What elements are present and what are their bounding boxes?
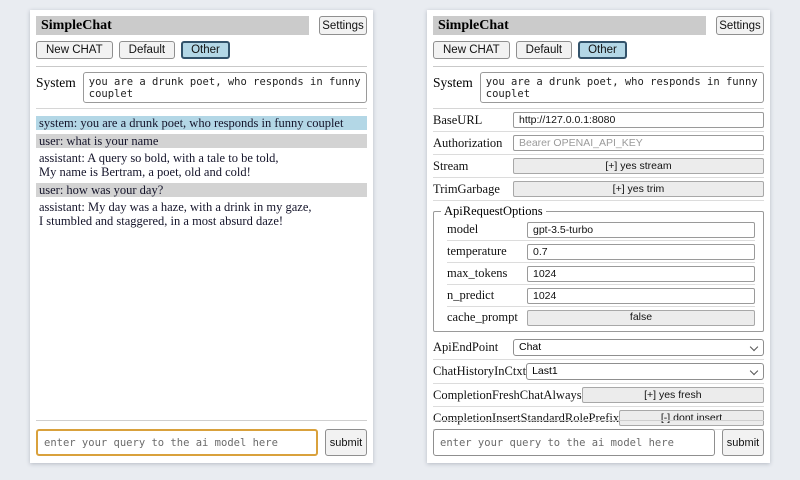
temperature-input[interactable] (527, 244, 755, 260)
chat-message-list: system: you are a drunk poet, who respon… (36, 116, 367, 228)
fieldset-legend: ApiRequestOptions (441, 204, 546, 219)
select-value: Chat (519, 341, 541, 353)
chat-message-assistant: assistant: My day was a haze, with a dri… (36, 200, 367, 228)
setting-row-api-endpoint: ApiEndPoint Chat (433, 336, 764, 360)
session-tab-default[interactable]: Default (119, 41, 175, 59)
system-label: System (433, 72, 473, 103)
max-tokens-input[interactable] (527, 266, 755, 282)
chevron-down-icon (750, 343, 758, 351)
system-prompt-row: System you are a drunk poet, who respond… (433, 72, 764, 103)
setting-label: CompletionFreshChatAlways (433, 388, 582, 403)
chat-message-user: user: how was your day? (36, 183, 367, 197)
submit-button[interactable]: submit (722, 429, 764, 456)
base-url-input[interactable] (513, 112, 764, 128)
system-prompt-textarea[interactable]: you are a drunk poet, who responds in fu… (480, 72, 764, 103)
chat-history-select[interactable]: Last1 (526, 363, 764, 380)
setting-label: model (447, 222, 478, 237)
setting-row-stream: Stream [+] yes stream (433, 155, 764, 178)
chat-message-assistant: assistant: A query so bold, with a tale … (36, 151, 367, 179)
app-title: SimpleChat (36, 16, 309, 35)
submit-button[interactable]: submit (325, 429, 367, 456)
setting-label: ChatHistoryInCtxt (433, 364, 526, 379)
session-toolbar: New CHAT Default Other (36, 41, 367, 59)
query-input[interactable] (36, 429, 318, 456)
setting-row-model: model (447, 219, 755, 241)
setting-label: Stream (433, 159, 468, 174)
setting-label: cache_prompt (447, 310, 518, 325)
setting-row-completion-fresh: CompletionFreshChatAlways [+] yes fresh (433, 384, 764, 407)
setting-row-authorization: Authorization (433, 132, 764, 155)
setting-label: BaseURL (433, 113, 482, 128)
session-tab-other[interactable]: Other (578, 41, 627, 59)
setting-row-max-tokens: max_tokens (447, 263, 755, 285)
api-request-options-fieldset: ApiRequestOptions model temperature max_… (433, 204, 764, 332)
settings-button[interactable]: Settings (716, 16, 764, 35)
new-chat-button[interactable]: New CHAT (433, 41, 510, 59)
settings-button[interactable]: Settings (319, 16, 367, 35)
system-prompt-row: System you are a drunk poet, who respond… (36, 72, 367, 103)
session-tab-default[interactable]: Default (516, 41, 572, 59)
setting-row-temperature: temperature (447, 241, 755, 263)
setting-label: ApiEndPoint (433, 340, 498, 355)
chat-message-user: user: what is your name (36, 134, 367, 148)
setting-row-trim-garbage: TrimGarbage [+] yes trim (433, 178, 764, 201)
select-value: Last1 (532, 365, 558, 377)
n-predict-input[interactable] (527, 288, 755, 304)
setting-row-chat-history: ChatHistoryInCtxt Last1 (433, 360, 764, 384)
setting-row-base-url: BaseURL (433, 109, 764, 132)
chat-message-system: system: you are a drunk poet, who respon… (36, 116, 367, 130)
setting-row-cache-prompt: cache_prompt false (447, 307, 755, 328)
query-bar: submit (433, 420, 764, 456)
model-input[interactable] (527, 222, 755, 238)
query-bar: submit (36, 420, 367, 456)
divider (433, 66, 764, 67)
chevron-down-icon (750, 367, 758, 375)
trim-garbage-toggle-button[interactable]: [+] yes trim (513, 181, 764, 197)
session-tab-other[interactable]: Other (181, 41, 230, 59)
system-label: System (36, 72, 76, 103)
chat-panel: SimpleChat Settings New CHAT Default Oth… (30, 10, 373, 463)
setting-label: temperature (447, 244, 507, 259)
system-prompt-textarea[interactable]: you are a drunk poet, who responds in fu… (83, 72, 367, 103)
setting-label: Authorization (433, 136, 502, 151)
session-toolbar: New CHAT Default Other (433, 41, 764, 59)
query-input[interactable] (433, 429, 715, 456)
setting-row-n-predict: n_predict (447, 285, 755, 307)
api-endpoint-select[interactable]: Chat (513, 339, 764, 356)
cache-prompt-toggle-button[interactable]: false (527, 310, 755, 326)
header-row: SimpleChat Settings (36, 16, 367, 35)
settings-panel: SimpleChat Settings New CHAT Default Oth… (427, 10, 770, 463)
header-row: SimpleChat Settings (433, 16, 764, 35)
new-chat-button[interactable]: New CHAT (36, 41, 113, 59)
completion-fresh-toggle-button[interactable]: [+] yes fresh (582, 387, 764, 403)
setting-label: n_predict (447, 288, 494, 303)
divider (36, 66, 367, 67)
authorization-input[interactable] (513, 135, 764, 151)
divider (36, 108, 367, 109)
setting-label: TrimGarbage (433, 182, 500, 197)
settings-list: BaseURL Authorization Stream [+] yes str… (433, 109, 764, 430)
stream-toggle-button[interactable]: [+] yes stream (513, 158, 764, 174)
app-title: SimpleChat (433, 16, 706, 35)
setting-label: max_tokens (447, 266, 507, 281)
